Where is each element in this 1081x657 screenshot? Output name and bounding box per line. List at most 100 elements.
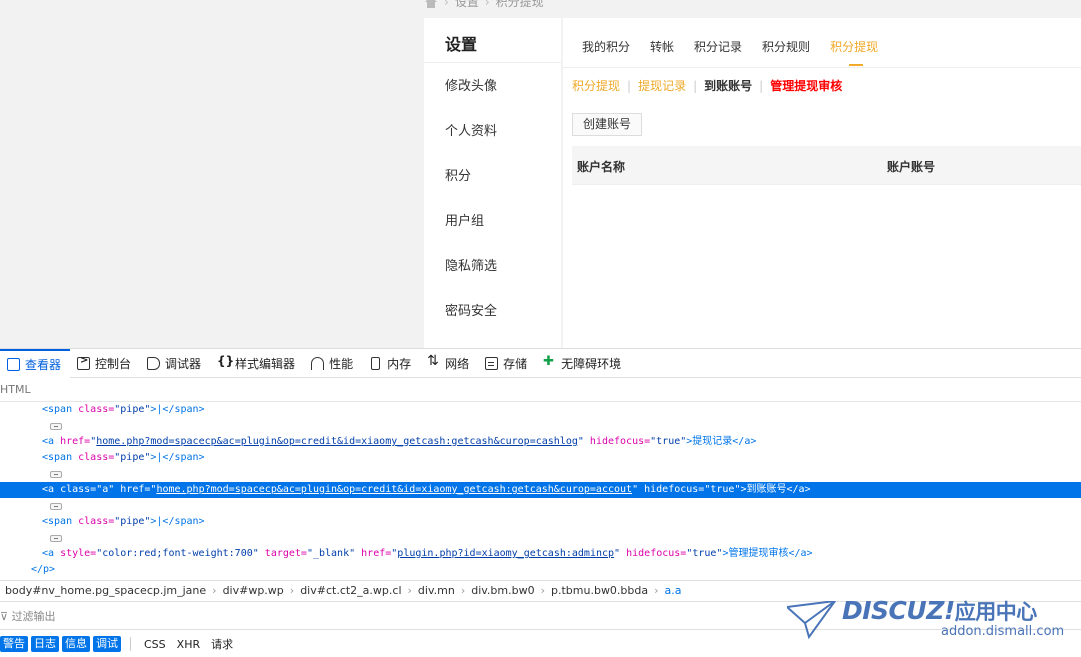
column-header-account-number: 账户账号 [887,160,936,174]
sidebar-item-privacy[interactable]: 隐私筛选 [445,256,497,301]
create-account-button[interactable]: 创建账号 [572,113,643,136]
markup-line[interactable]: </p> [0,562,1081,578]
column-header-account-name: 账户名称 [577,160,626,174]
watermark-logo: DISCUZ!应用中心 [842,596,1037,625]
markup-line[interactable]: <span class="pipe">|</span> [0,402,1081,418]
pipe-separator: | [627,78,632,93]
sidebar-item-profile[interactable]: 个人资料 [445,121,497,166]
whitespace-node-icon[interactable] [50,535,62,542]
subnav-account-link[interactable]: 到账账号 [704,77,752,94]
tab-label: 性能 [329,356,354,371]
filter-info-toggle[interactable]: 信息 [62,636,90,652]
tab-memory[interactable]: 内存 [362,349,420,378]
chevron-right-icon: › [407,584,412,597]
whitespace-node-icon[interactable] [50,503,62,510]
breadcrumb-separator: › [444,0,449,9]
tab-debugger[interactable]: 调试器 [140,349,210,378]
chevron-right-icon: › [460,584,466,597]
filter-logs-toggle[interactable]: 日志 [31,636,59,652]
breadcrumb-separator: › [484,0,490,9]
pipe-separator: | [693,78,698,93]
chevron-right-icon: › [212,584,217,597]
storage-icon [485,356,499,370]
filter-css-toggle[interactable]: CSS [140,638,170,651]
chevron-right-icon: › [289,584,295,597]
tab-style-editor[interactable]: 样式编辑器 [210,349,304,378]
whitespace-node-icon[interactable] [50,423,62,430]
console-icon [77,355,91,370]
breadcrumb: › 设置 › 积分提现 [424,0,544,10]
settings-sidebar: 设置 修改头像 个人资料 积分 用户组 隐私筛选 密码安全 [424,18,561,348]
sidebar-menu: 修改头像 个人资料 积分 用户组 隐私筛选 密码安全 [445,76,497,346]
node-crumb[interactable]: p.tbmu.bw0.bbda [551,584,648,597]
node-crumb[interactable]: div#wp.wp [223,584,284,597]
node-crumb[interactable]: div.mn [418,584,455,597]
subnav-withdraw-log-link[interactable]: 提现记录 [638,77,686,94]
withdraw-subnav: 积分提现 | 提现记录 | 到账账号 | 管理提现审核 [572,77,842,94]
markup-line[interactable]: <a href="home.php?mod=spacecp&ac=plugin&… [0,434,1081,450]
filter-warnings-toggle[interactable]: 警告 [0,636,28,652]
markup-line-selected[interactable]: <a class="a" href="home.php?mod=spacecp&… [0,482,1081,498]
pipe-separator: | [759,78,764,93]
credit-tabs: 我的积分 转帐 积分记录 积分规则 积分提现 [582,38,878,66]
node-crumb[interactable]: div#ct.ct2_a.wp.cl [300,584,401,597]
tab-label: 无障碍环境 [561,356,622,371]
breadcrumb-item-settings[interactable]: 设置 [455,0,479,10]
sidebar-item-password[interactable]: 密码安全 [445,301,497,346]
debugger-icon [147,356,161,370]
tab-console[interactable]: 控制台 [70,349,140,378]
sidebar-item-usergroup[interactable]: 用户组 [445,211,497,256]
node-crumb[interactable]: body#nv_home.pg_spacecp.jm_jane [5,584,206,597]
html-section-label: HTML [0,378,1081,402]
markup-line[interactable]: <span class="pipe">|</span> [0,514,1081,530]
tab-label: 内存 [387,356,412,371]
markup-tree: <span class="pipe">|</span> <a href="hom… [0,402,1081,580]
filter-debug-toggle[interactable]: 调试 [93,636,121,652]
tab-storage[interactable]: 存储 [478,349,536,378]
devtools-toolbar: 查看器 控制台 调试器 样式编辑器 性能 内存 网络 存储 [0,348,1081,378]
filter-icon: ⊽ [0,610,9,623]
home-icon[interactable] [424,0,438,8]
tab-credit-log[interactable]: 积分记录 [694,38,742,62]
page-area: › 设置 › 积分提现 设置 修改头像 个人资料 积分 用户组 隐私筛选 密码安… [0,0,1081,348]
tab-credit-rules[interactable]: 积分规则 [762,38,810,62]
inspector-icon [7,357,20,371]
tab-inspector[interactable]: 查看器 [0,348,71,378]
filter-placeholder: 过滤输出 [11,610,56,623]
divider [424,62,561,63]
tab-my-credits[interactable]: 我的积分 [582,38,630,62]
braces-icon [217,354,234,370]
sidebar-item-avatar[interactable]: 修改头像 [445,76,497,121]
watermark-url: addon.dismall.com [941,624,1065,639]
subnav-withdraw-link[interactable]: 积分提现 [572,77,620,94]
tab-accessibility[interactable]: 无障碍环境 [536,349,630,378]
filter-xhr-toggle[interactable]: XHR [173,638,204,651]
tab-label: 网络 [445,356,470,371]
chevron-right-icon: › [540,584,545,597]
node-crumb-selected[interactable]: a.a [665,584,682,597]
divider [130,637,131,651]
node-crumb[interactable]: div.bm.bw0 [471,584,534,597]
tab-network[interactable]: 网络 [420,349,478,378]
tab-credit-withdraw[interactable]: 积分提现 [830,38,878,66]
discuz-watermark: DISCUZ!应用中心 addon.dismall.com [787,596,1077,646]
gauge-icon [311,356,325,370]
tab-label: 样式编辑器 [235,356,296,371]
whitespace-node-icon[interactable] [50,471,62,478]
tab-label: 查看器 [25,357,62,372]
memory-chip-icon [371,356,381,370]
markup-line[interactable]: <span class="pipe">|</span> [0,450,1081,466]
tab-label: 调试器 [165,356,202,371]
chevron-right-icon: › [654,584,659,597]
tab-performance[interactable]: 性能 [304,349,362,378]
markup-line[interactable]: <a style="color:red;font-weight:700" tar… [0,546,1081,562]
subnav-admin-review-link[interactable]: 管理提现审核 [770,77,842,94]
divider [563,67,1081,68]
main-panel: 我的积分 转帐 积分记录 积分规则 积分提现 积分提现 | 提现记录 | 到账账… [563,18,1081,348]
tab-label: 存储 [503,356,528,371]
filter-requests-toggle[interactable]: 请求 [207,636,237,652]
paper-plane-icon [787,601,837,640]
accessibility-icon [543,354,556,370]
tab-transfer[interactable]: 转帐 [650,38,674,62]
sidebar-item-credits[interactable]: 积分 [445,166,497,211]
